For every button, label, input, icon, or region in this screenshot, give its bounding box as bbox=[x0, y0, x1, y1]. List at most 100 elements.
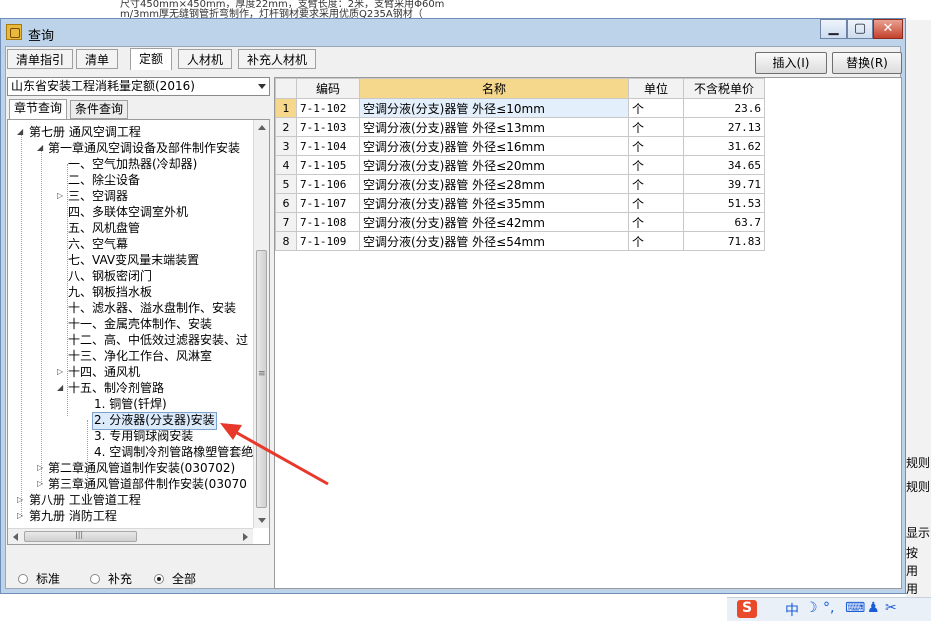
insert-button[interactable]: 插入(I) bbox=[755, 52, 827, 74]
cell-unit[interactable]: 个 bbox=[628, 193, 684, 213]
ime-logo-icon[interactable]: S bbox=[737, 600, 757, 618]
cell-name[interactable]: 空调分液(分支)器管 外径≤35mm bbox=[359, 193, 629, 213]
scroll-left-icon[interactable] bbox=[13, 533, 18, 541]
subtab-condition-query[interactable]: 条件查询 bbox=[70, 100, 129, 119]
tree-node[interactable]: 第一章通风空调设备及部件制作安装 bbox=[48, 140, 240, 156]
subtab-chapter-query[interactable]: 章节查询 bbox=[9, 99, 68, 120]
tree-node[interactable]: 第九册 消防工程 bbox=[29, 508, 117, 524]
cell-code[interactable]: 7-1-104 bbox=[296, 136, 360, 156]
tree-node[interactable]: 十一、金属壳体制作、安装 bbox=[68, 316, 212, 332]
tree-node[interactable]: 十四、通风机 bbox=[68, 364, 140, 380]
tree-expander-icon[interactable]: ◢ bbox=[57, 380, 63, 396]
tree-node[interactable]: 1. 铜管(钎焊) bbox=[94, 396, 167, 412]
tab-list[interactable]: 清单 bbox=[76, 49, 119, 69]
table-row[interactable]: 8 7-1-109 空调分液(分支)器管 外径≤54mm 个 71.83 bbox=[275, 231, 765, 251]
table-row[interactable]: 7 7-1-108 空调分液(分支)器管 外径≤42mm 个 63.7 bbox=[275, 212, 765, 232]
tree-node[interactable]: 十、滤水器、溢水盘制作、安装 bbox=[68, 300, 236, 316]
radio-supplement[interactable]: 补充 bbox=[90, 571, 132, 587]
tree-horizontal-scrollbar[interactable]: ||| bbox=[8, 528, 253, 544]
replace-button[interactable]: 替换(R) bbox=[832, 52, 902, 74]
cell-name[interactable]: 空调分液(分支)器管 外径≤10mm bbox=[359, 98, 629, 118]
title-bar[interactable]: 查询 ▁ ▢ ✕ bbox=[1, 19, 905, 45]
keyboard-icon[interactable]: ⌨ bbox=[845, 600, 865, 616]
row-number[interactable]: 8 bbox=[275, 231, 297, 251]
tab-list-guide[interactable]: 清单指引 bbox=[7, 49, 74, 69]
cell-name[interactable]: 空调分液(分支)器管 外径≤20mm bbox=[359, 155, 629, 175]
tree-node[interactable]: 一、空气加热器(冷却器) bbox=[68, 156, 197, 172]
column-header-name[interactable]: 名称 bbox=[359, 78, 629, 99]
cell-price[interactable]: 34.65 bbox=[683, 155, 765, 175]
cell-name[interactable]: 空调分液(分支)器管 外径≤13mm bbox=[359, 117, 629, 137]
ime-mode-button[interactable]: 中 bbox=[785, 600, 799, 620]
quota-grid[interactable]: 编码 名称 单位 不含税单价 1 7-1-102 空调分液(分支)器管 外径≤10m… bbox=[274, 77, 902, 589]
tree-vertical-scrollbar[interactable]: ≡ bbox=[253, 120, 269, 528]
row-number[interactable]: 1 bbox=[275, 98, 297, 118]
punctuation-icon[interactable]: °, bbox=[823, 600, 834, 616]
cell-unit[interactable]: 个 bbox=[628, 231, 684, 251]
table-row[interactable]: 3 7-1-104 空调分液(分支)器管 外径≤16mm 个 31.62 bbox=[275, 136, 765, 156]
close-button[interactable]: ✕ bbox=[873, 19, 903, 39]
tree-node[interactable]: 二、除尘设备 bbox=[68, 172, 140, 188]
scroll-thumb[interactable]: ||| bbox=[24, 530, 137, 542]
tree-expander-icon[interactable]: ▷ bbox=[37, 460, 43, 476]
tree-node[interactable]: 七、VAV变风量末端装置 bbox=[68, 252, 199, 268]
cell-price[interactable]: 39.71 bbox=[683, 174, 765, 194]
cell-code[interactable]: 7-1-107 bbox=[296, 193, 360, 213]
chevron-down-icon[interactable] bbox=[258, 84, 266, 89]
cell-code[interactable]: 7-1-109 bbox=[296, 231, 360, 251]
cell-unit[interactable]: 个 bbox=[628, 117, 684, 137]
minimize-button[interactable]: ▁ bbox=[820, 19, 847, 39]
row-number[interactable]: 5 bbox=[275, 174, 297, 194]
cell-price[interactable]: 27.13 bbox=[683, 117, 765, 137]
row-number[interactable]: 3 bbox=[275, 136, 297, 156]
table-row[interactable]: 4 7-1-105 空调分液(分支)器管 外径≤20mm 个 34.65 bbox=[275, 155, 765, 175]
tree-node[interactable]: 十五、制冷剂管路 bbox=[68, 380, 164, 396]
tree-node[interactable]: 九、钢板挡水板 bbox=[68, 284, 152, 300]
moon-icon[interactable]: ☽ bbox=[805, 600, 818, 616]
tree-node[interactable]: 三、空调器 bbox=[68, 188, 128, 204]
scroll-up-icon[interactable] bbox=[258, 125, 266, 130]
cell-price[interactable]: 63.7 bbox=[683, 212, 765, 232]
tree-expander-icon[interactable]: ◢ bbox=[37, 140, 43, 156]
tree-expander-icon[interactable]: ▷ bbox=[57, 188, 63, 204]
cell-price[interactable]: 23.6 bbox=[683, 98, 765, 118]
column-header-price[interactable]: 不含税单价 bbox=[683, 78, 765, 99]
tree-node[interactable]: 六、空气幕 bbox=[68, 236, 128, 252]
tree-node[interactable]: 4. 空调制冷剂管路橡塑管套绝 bbox=[94, 444, 253, 460]
table-row[interactable]: 5 7-1-106 空调分液(分支)器管 外径≤28mm 个 39.71 bbox=[275, 174, 765, 194]
user-icon[interactable]: ♟ bbox=[867, 600, 880, 616]
cell-name[interactable]: 空调分液(分支)器管 外径≤54mm bbox=[359, 231, 629, 251]
tree-node[interactable]: 第二章通风管道制作安装(030702) bbox=[48, 460, 235, 476]
cell-price[interactable]: 71.83 bbox=[683, 231, 765, 251]
tree-expander-icon[interactable]: ▷ bbox=[17, 492, 23, 508]
quota-library-select[interactable]: 山东省安装工程消耗量定额(2016) bbox=[7, 77, 270, 96]
table-row[interactable]: 2 7-1-103 空调分液(分支)器管 外径≤13mm 个 27.13 bbox=[275, 117, 765, 137]
cell-code[interactable]: 7-1-108 bbox=[296, 212, 360, 232]
tree-node[interactable]: 四、多联体空调室外机 bbox=[68, 204, 188, 220]
cell-name[interactable]: 空调分液(分支)器管 外径≤28mm bbox=[359, 174, 629, 194]
tree-node[interactable]: 五、风机盘管 bbox=[68, 220, 140, 236]
tree-node[interactable]: 十三、净化工作台、风淋室 bbox=[68, 348, 212, 364]
table-row[interactable]: 1 7-1-102 空调分液(分支)器管 外径≤10mm 个 23.6 bbox=[275, 98, 765, 118]
tree-node[interactable]: 第三章通风管道部件制作安装(03070 bbox=[48, 476, 247, 492]
cell-code[interactable]: 7-1-106 bbox=[296, 174, 360, 194]
tab-resources[interactable]: 人材机 bbox=[178, 49, 233, 69]
cell-price[interactable]: 51.53 bbox=[683, 193, 765, 213]
row-number[interactable]: 7 bbox=[275, 212, 297, 232]
cell-unit[interactable]: 个 bbox=[628, 212, 684, 232]
maximize-button[interactable]: ▢ bbox=[847, 19, 873, 39]
tab-supplementary-resources[interactable]: 补充人材机 bbox=[238, 49, 317, 69]
tree-node[interactable]: 3. 专用铜球阀安装 bbox=[94, 428, 193, 444]
tree-node[interactable]: 十二、高、中低效过滤器安装、过 bbox=[68, 332, 248, 348]
column-header-unit[interactable]: 单位 bbox=[628, 78, 684, 99]
row-number[interactable]: 4 bbox=[275, 155, 297, 175]
tree-expander-icon[interactable]: ▷ bbox=[37, 476, 43, 492]
cell-unit[interactable]: 个 bbox=[628, 155, 684, 175]
scroll-thumb[interactable]: ≡ bbox=[256, 250, 267, 508]
row-number[interactable]: 6 bbox=[275, 193, 297, 213]
chapter-tree[interactable]: ◢ 第七册 通风空调工程 ◢ 第一章通风空调设备及部件制作安装 一、空气加热器(… bbox=[7, 119, 270, 545]
radio-all[interactable]: 全部 bbox=[154, 571, 196, 587]
cell-unit[interactable]: 个 bbox=[628, 136, 684, 156]
cell-name[interactable]: 空调分液(分支)器管 外径≤42mm bbox=[359, 212, 629, 232]
cell-name[interactable]: 空调分液(分支)器管 外径≤16mm bbox=[359, 136, 629, 156]
